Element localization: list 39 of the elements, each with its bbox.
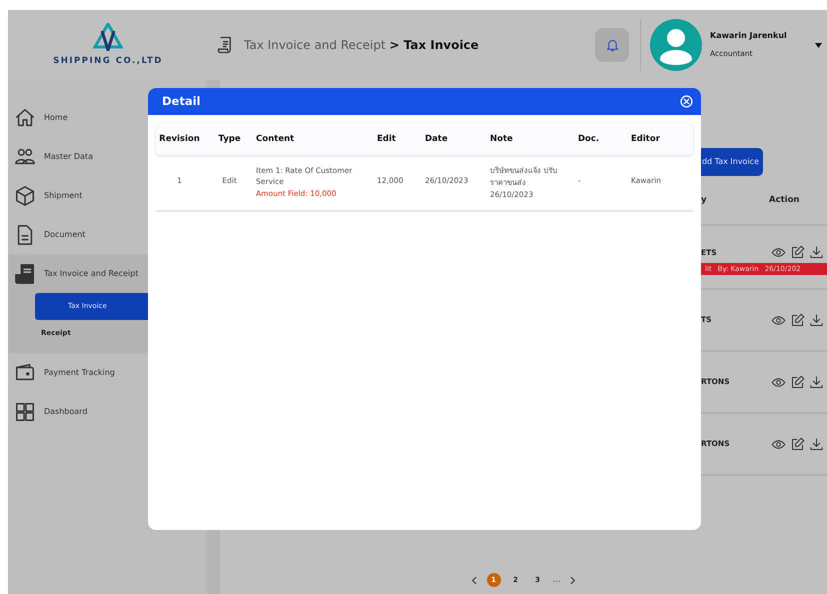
column-header: Action	[769, 194, 800, 206]
column-header: Edit	[377, 132, 397, 146]
edit-icon[interactable]	[790, 312, 805, 328]
notification-button[interactable]	[595, 28, 629, 62]
grid-icon	[14, 400, 36, 422]
modal-title: Detail	[162, 92, 200, 110]
receipt-icon	[14, 262, 36, 284]
column-header: Revision	[158, 132, 201, 146]
edit-icon[interactable]	[790, 245, 805, 260]
close-icon[interactable]	[680, 95, 693, 108]
column-header: Type	[217, 132, 242, 146]
user-name: Kawarin Jarenkul	[710, 30, 788, 42]
sidebar-item[interactable]: Document	[8, 215, 207, 254]
cube-icon	[14, 184, 36, 206]
column-header: Date	[425, 132, 449, 146]
chevron-right-icon[interactable]	[568, 576, 578, 584]
breadcrumb: Tax Invoice and Receipt > Tax Invoice	[244, 37, 479, 54]
sidebar-item[interactable]: Payment Tracking	[8, 353, 207, 392]
column-header: Editor	[631, 132, 661, 146]
edit-icon[interactable]	[790, 374, 805, 390]
download-icon[interactable]	[809, 245, 824, 260]
sidebar-item[interactable]: Dashboard	[8, 392, 207, 431]
chevron-left-icon[interactable]	[470, 576, 478, 584]
download-icon[interactable]	[809, 312, 824, 328]
add-tax-invoice-button[interactable]: dd Tax Invoice	[701, 148, 763, 176]
bell-icon	[604, 38, 620, 52]
download-icon[interactable]	[809, 374, 824, 390]
avatar-icon	[650, 19, 702, 71]
company-name: SHIPPING CO.,LTD	[53, 54, 163, 68]
edit-icon[interactable]	[790, 436, 805, 452]
home-icon	[14, 106, 36, 128]
download-icon[interactable]	[809, 436, 824, 452]
column-header: Content	[256, 132, 296, 146]
sidebar-item[interactable]: Tax Invoice and Receipt	[8, 254, 207, 293]
logo-icon	[93, 22, 123, 51]
column-header: Doc.	[578, 132, 600, 146]
column-header: y	[701, 194, 708, 206]
caret-icon[interactable]	[815, 42, 822, 48]
column-header: Note	[490, 132, 514, 146]
